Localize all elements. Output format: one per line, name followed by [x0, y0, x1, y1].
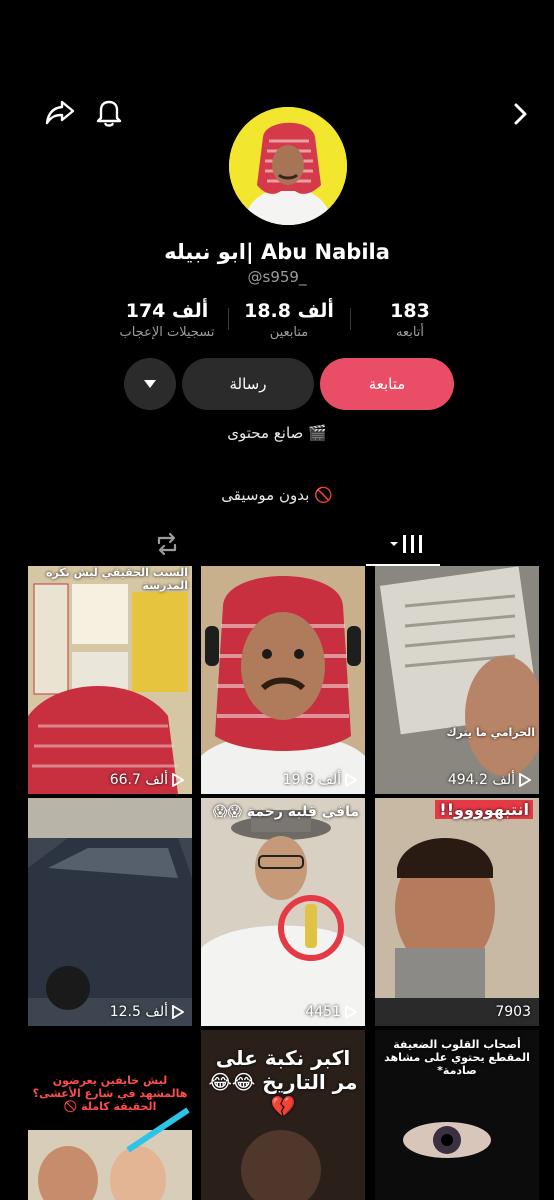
avatar[interactable]: [229, 107, 347, 225]
video-thumbnail[interactable]: الحرامي ما يترك 494.2 ألف: [375, 566, 539, 794]
thumbnail-art: [375, 566, 539, 794]
grid-videos-icon: [390, 535, 422, 553]
thumbnail-art: [201, 566, 365, 794]
video-caption: مافي قلبه رحمة 😱😱: [212, 804, 359, 820]
video-caption: السبب الحقيقي ليش نكره المدرسة: [45, 566, 188, 592]
chevron-right-icon[interactable]: [510, 98, 530, 130]
more-options-button[interactable]: [124, 358, 176, 410]
likes-stat[interactable]: 174 ألف تسجيلات الإعجاب: [112, 300, 222, 340]
video-grid: السبب الحقيقي ليش نكره المدرسة 66.7 ألف …: [28, 566, 539, 1200]
view-count: 19.8 ألف: [282, 772, 341, 788]
video-caption: اكبر نكبة على مر التاريخ 😂😂💔: [208, 1046, 358, 1118]
play-icon: [345, 1005, 357, 1019]
video-thumbnail[interactable]: السبب الحقيقي ليش نكره المدرسة 66.7 ألف: [28, 566, 192, 794]
profile-username: @s959_: [247, 268, 307, 286]
video-thumbnail[interactable]: 12.5 ألف: [28, 798, 192, 1026]
thumbnail-art: [28, 1030, 192, 1200]
profile-stats: 174 ألف تسجيلات الإعجاب 18.8 ألف متابعين…: [0, 300, 554, 350]
following-label: أتابعه: [395, 325, 425, 340]
bell-icon[interactable]: [93, 96, 125, 128]
share-icon[interactable]: [44, 96, 76, 128]
video-thumbnail[interactable]: مافي قلبه رحمة 😱😱 4451: [201, 798, 365, 1026]
video-thumbnail[interactable]: ليش خايفين يعرضون هالمشهد في شارع الأعشى…: [28, 1030, 192, 1200]
video-caption: أصحاب القلوب الضعيفة المقطع يحتوي على مش…: [384, 1038, 530, 1077]
follow-button[interactable]: متابعة: [320, 358, 454, 410]
tab-videos[interactable]: [378, 528, 438, 560]
video-views: 12.5 ألف: [110, 1004, 184, 1020]
video-caption: الحرامي ما يترك: [446, 726, 535, 739]
followers-stat[interactable]: 18.8 ألف متابعين: [244, 300, 334, 340]
video-views: 7903: [495, 1004, 531, 1020]
avatar-image: [229, 107, 347, 225]
message-button[interactable]: رسالة: [182, 358, 314, 410]
video-thumbnail[interactable]: انتبهوووو!! 7903: [375, 798, 539, 1026]
followers-count: 18.8 ألف: [244, 300, 334, 322]
likes-count: 174 ألف: [125, 300, 209, 322]
profile-name: ابو نبيله| Abu Nabila: [164, 240, 390, 264]
followers-label: متابعين: [269, 325, 309, 340]
content-tabs: [0, 522, 554, 566]
thumbnail-art: [375, 798, 539, 1026]
video-caption: ليش خايفين يعرضون هالمشهد في شارع الأعشى…: [32, 1074, 188, 1113]
likes-label: تسجيلات الإعجاب: [119, 325, 215, 340]
video-views: 66.7 ألف: [110, 772, 184, 788]
view-count: 7903: [495, 1004, 531, 1020]
view-count: 4451: [305, 1004, 341, 1020]
play-icon: [172, 773, 184, 787]
stat-divider: [350, 308, 351, 330]
tab-reposts[interactable]: [137, 528, 197, 560]
video-thumbnail[interactable]: 19.8 ألف: [201, 566, 365, 794]
video-caption: انتبهوووو!!: [435, 800, 533, 819]
view-count: 12.5 ألف: [109, 1004, 168, 1020]
play-icon: [519, 773, 531, 787]
repost-icon: [157, 532, 177, 556]
following-stat[interactable]: 183 أتابعه: [370, 300, 450, 340]
video-thumbnail[interactable]: أصحاب القلوب الضعيفة المقطع يحتوي على مش…: [375, 1030, 539, 1200]
bio-line: صانع محتوى 🎬: [227, 424, 327, 442]
bio-line: بدون موسيقى 🚫: [221, 486, 333, 504]
video-views: 494.2 ألف: [448, 772, 531, 788]
video-views: 4451: [305, 1004, 357, 1020]
thumbnail-art: [201, 798, 365, 1026]
play-icon: [172, 1005, 184, 1019]
video-thumbnail[interactable]: اكبر نكبة على مر التاريخ 😂😂💔: [201, 1030, 365, 1200]
following-count: 183: [390, 300, 430, 322]
caret-down-icon: [144, 380, 156, 388]
stat-divider: [228, 308, 229, 330]
view-count: 494.2 ألف: [447, 772, 515, 788]
play-icon: [345, 773, 357, 787]
view-count: 66.7 ألف: [109, 772, 168, 788]
video-views: 19.8 ألف: [283, 772, 357, 788]
thumbnail-art: [28, 798, 192, 1026]
thumbnail-art: [28, 566, 192, 794]
profile-actions: متابعة رسالة: [0, 358, 554, 410]
